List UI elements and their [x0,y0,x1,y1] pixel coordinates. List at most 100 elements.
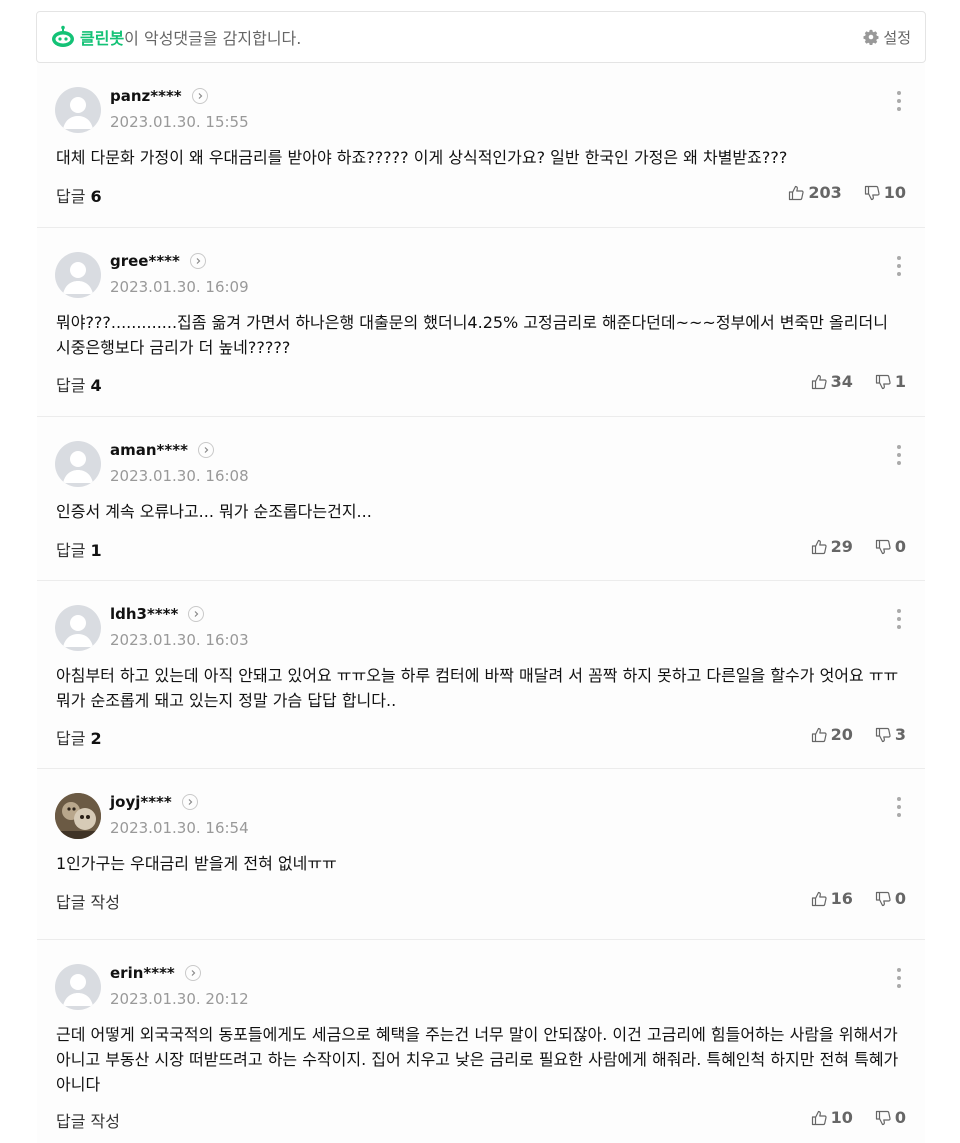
reply-label: 답글 [56,187,86,206]
nickname[interactable]: ldh3**** [110,605,178,623]
comment-date: 2023.01.30. 16:54 [110,819,249,837]
nickname[interactable]: joyj**** [110,793,172,811]
vote-group: 10 0 [811,1108,906,1127]
comment-date: 2023.01.30. 20:12 [110,990,249,1008]
thumbs-down-icon [875,539,891,554]
reply-label: 답글 작성 [56,1112,120,1131]
comment-author: aman**** [110,441,214,459]
avatar[interactable] [55,252,101,298]
vote-group: 29 0 [811,537,906,556]
comment-item: joyj**** 2023.01.30. 16:54 1인가구는 우대금리 받을… [37,769,925,940]
comment-date: 2023.01.30. 16:08 [110,467,249,485]
thumbs-down-icon [875,1110,891,1125]
more-options-icon[interactable] [895,795,903,819]
like-button[interactable]: 29 [811,537,853,556]
chevron-right-icon[interactable] [189,253,206,269]
like-button[interactable]: 20 [811,725,853,744]
reply-button[interactable]: 답글 작성 [56,1108,120,1132]
comment-date: 2023.01.30. 15:55 [110,113,249,131]
reply-button[interactable]: 답글 2 [56,725,102,749]
more-options-icon[interactable] [895,966,903,990]
dislike-button[interactable]: 1 [875,372,906,391]
dislike-button[interactable]: 10 [864,183,906,202]
dislike-count: 3 [894,725,906,744]
comment-text: 아침부터 하고 있는데 아직 안돼고 있어요 ㅠㅠ오늘 하루 컴터에 바짝 매달… [56,666,899,710]
thumbs-up-icon [811,539,827,554]
reply-button[interactable]: 답글 작성 [56,889,120,913]
thumbs-up-icon [811,1110,827,1125]
more-options-icon[interactable] [895,607,903,631]
avatar[interactable] [55,605,101,651]
comment-author: joyj**** [110,793,198,811]
nickname[interactable]: aman**** [110,441,188,459]
dislike-button[interactable]: 0 [875,537,906,556]
like-button[interactable]: 203 [788,183,842,202]
reply-count: 1 [90,541,102,560]
comment-text: 인증서 계속 오류나고... 뭐가 순조롭다는건지... [56,502,372,521]
cleanbot-brand: 클린봇 [80,29,125,48]
default-avatar-icon [63,97,93,129]
dislike-button[interactable]: 0 [875,889,906,908]
reply-count: 6 [90,187,102,206]
reply-label: 답글 [56,729,86,748]
like-button[interactable]: 10 [811,1108,853,1127]
like-button[interactable]: 16 [811,889,853,908]
default-avatar-icon [63,451,93,483]
reply-count: 4 [90,376,102,395]
chevron-right-icon[interactable] [191,88,208,104]
dislike-button[interactable]: 0 [875,1108,906,1127]
thumbs-down-icon [875,891,891,906]
comment-author: panz**** [110,87,208,105]
vote-group: 203 10 [788,183,906,202]
like-button[interactable]: 34 [811,372,853,391]
thumbs-up-icon [789,185,804,200]
dislike-count: 0 [894,537,906,556]
vote-group: 20 3 [811,725,906,744]
settings-button[interactable]: 설정 [863,27,911,48]
comment-item: aman**** 2023.01.30. 16:08 인증서 계속 오류나고..… [37,417,925,581]
comment-author: erin**** [110,964,201,982]
comment-text: 대체 다문화 가정이 왜 우대금리를 받아야 하죠????? 이게 상식적인가요… [56,148,788,167]
chevron-right-icon[interactable] [188,606,205,622]
like-count: 29 [830,537,853,556]
avatar[interactable] [55,793,101,839]
comment-text: 1인가구는 우대금리 받을게 전혀 없네ㅠㅠ [56,854,337,873]
gear-icon [863,29,879,45]
avatar[interactable] [55,87,101,133]
vote-group: 16 0 [811,889,906,908]
thumbs-up-icon [811,727,827,742]
more-options-icon[interactable] [895,443,903,467]
more-options-icon[interactable] [895,89,903,113]
reply-button[interactable]: 답글 4 [56,372,102,396]
reply-label: 답글 [56,541,86,560]
comment-item: gree**** 2023.01.30. 16:09 뭐야???........… [37,228,925,417]
chevron-right-icon[interactable] [184,965,201,981]
default-avatar-icon [63,974,93,1006]
like-count: 203 [808,183,842,202]
avatar[interactable] [55,964,101,1010]
chevron-right-icon[interactable] [197,442,214,458]
reply-button[interactable]: 답글 6 [56,183,102,207]
more-options-icon[interactable] [895,254,903,278]
profile-photo-icon [55,793,101,839]
reply-label: 답글 [56,376,86,395]
nickname[interactable]: erin**** [110,964,175,982]
reply-label: 답글 작성 [56,893,120,912]
cleanbot-message: 이 악성댓글을 감지합니다. [124,29,302,48]
comment-date: 2023.01.30. 16:09 [110,278,249,296]
thumbs-down-icon [875,727,891,742]
nickname[interactable]: panz**** [110,87,182,105]
cleanbot-banner: 클린봇 이 악성댓글을 감지합니다. 설정 [36,11,926,63]
dislike-button[interactable]: 3 [875,725,906,744]
comment-item: ldh3**** 2023.01.30. 16:03 아침부터 하고 있는데 아… [37,581,925,769]
reply-button[interactable]: 답글 1 [56,537,102,561]
comment-item: erin**** 2023.01.30. 20:12 근데 어떻게 외국국적의 … [37,940,925,1143]
chevron-right-icon[interactable] [181,794,198,810]
like-count: 34 [830,372,853,391]
like-count: 10 [830,1108,853,1127]
thumbs-down-icon [875,374,891,389]
avatar[interactable] [55,441,101,487]
nickname[interactable]: gree**** [110,252,180,270]
cleanbot-robot-icon [52,25,74,47]
default-avatar-icon [63,615,93,647]
